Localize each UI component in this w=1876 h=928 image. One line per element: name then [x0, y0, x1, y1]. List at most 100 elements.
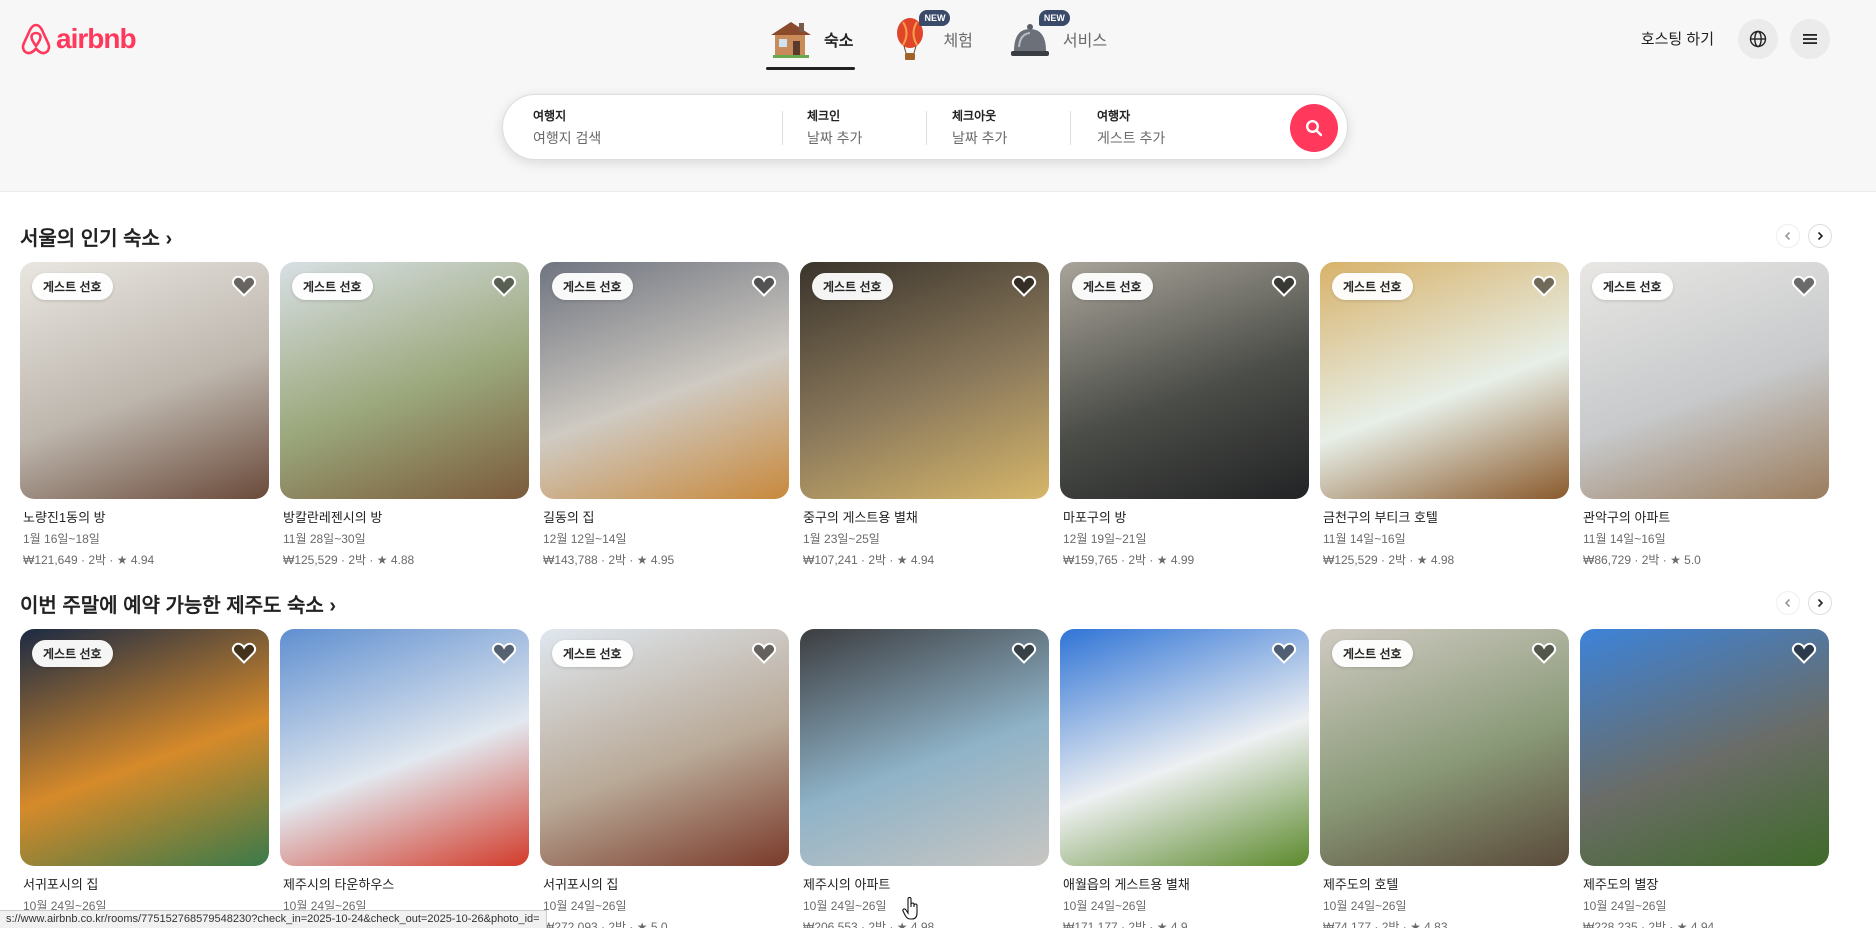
tab-label: 서비스	[1062, 33, 1108, 50]
heart-icon[interactable]	[751, 641, 777, 670]
listing-photo[interactable]: 게스트 선호	[1320, 629, 1569, 866]
heart-icon[interactable]	[1011, 641, 1037, 670]
menu-button[interactable]	[1790, 18, 1830, 59]
where-field[interactable]: 여행지 여행지 검색	[533, 107, 601, 148]
listing-card[interactable]: 게스트 선호 길동의 집 12월 12일~14일 ₩143,788 · 2박 · ★ …	[540, 262, 789, 568]
header: airbnb 숙소 NEW 체험 NEW 서비스 호스팅 하기 여행지 여행지 …	[0, 0, 1876, 192]
heart-icon[interactable]	[1791, 274, 1817, 303]
prev-button[interactable]	[1776, 224, 1800, 248]
tab-services[interactable]: NEW 서비스	[1005, 10, 1109, 68]
guest-favorite-badge: 게스트 선호	[1072, 273, 1153, 300]
listing-card[interactable]: 게스트 선호 노량진1동의 방 1월 16일~18일 ₩121,649 · 2박 · …	[20, 262, 269, 568]
listing-card[interactable]: 게스트 선호 방칼란레젠시의 방 11월 28일~30일 ₩125,529 · 2박 …	[280, 262, 529, 568]
listing-photo[interactable]: 게스트 선호	[800, 262, 1049, 499]
next-button[interactable]	[1808, 224, 1832, 248]
heart-icon[interactable]	[1271, 274, 1297, 303]
next-button[interactable]	[1808, 591, 1832, 615]
listing-title: 제주도의 별장	[1583, 877, 1659, 892]
listing-card[interactable]: 제주시의 아파트 10월 24일~26일 ₩206,553 · 2박 · ★ 4.9…	[800, 629, 1049, 928]
listing-price-rating: ₩125,529 · 2박 · ★ 4.88	[283, 553, 415, 567]
listing-price-rating: ₩86,729 · 2박 · ★ 5.0	[1583, 553, 1701, 567]
listing-price-rating: ₩272,093 · 2박 · ★ 5.0	[543, 920, 668, 928]
listing-photo[interactable]: 게스트 선호	[540, 629, 789, 866]
listing-photo[interactable]	[800, 629, 1049, 866]
airbnb-logo-icon	[21, 23, 51, 55]
become-host-link[interactable]: 호스팅 하기	[1629, 18, 1726, 59]
listing-card[interactable]: 제주도의 별장 10월 24일~26일 ₩228,235 · 2박 · ★ 4.94	[1580, 629, 1829, 928]
language-button[interactable]	[1738, 18, 1778, 59]
listing-card[interactable]: 게스트 선호서귀포시의 집10월 24일~26일₩104,312 · 2박 · …	[20, 629, 269, 928]
guests-placeholder: 게스트 추가	[1097, 130, 1166, 146]
heart-icon[interactable]	[1791, 641, 1817, 670]
listing-title: 제주시의 아파트	[803, 877, 891, 892]
heart-icon[interactable]	[1531, 274, 1557, 303]
where-placeholder: 여행지 검색	[533, 130, 602, 146]
listing-card[interactable]: 게스트 선호 관악구의 아파트 11월 14일~16일 ₩86,729 · 2박 · …	[1580, 262, 1829, 568]
guest-favorite-badge: 게스트 선호	[32, 273, 113, 300]
guest-favorite-badge: 게스트 선호	[1592, 273, 1673, 300]
heart-icon[interactable]	[231, 641, 257, 670]
listing-price-rating: ₩74,177 · 2박 · ★ 4.83	[1323, 920, 1448, 928]
category-nav: 숙소 NEW 체험 NEW 서비스	[766, 10, 1109, 70]
heart-icon[interactable]	[1271, 641, 1297, 670]
listing-photo[interactable]	[1580, 629, 1829, 866]
guest-favorite-badge: 게스트 선호	[552, 273, 633, 300]
listing-card[interactable]: 애월읍의 게스트용 별채 10월 24일~26일 ₩171,177 · 2박 · ★…	[1060, 629, 1309, 928]
listing-title: 길동의 집	[543, 510, 595, 525]
listing-card[interactable]: 게스트 선호 마포구의 방 12월 19일~21일 ₩159,765 · 2박 · ★…	[1060, 262, 1309, 568]
checkin-field[interactable]: 체크인 날짜 추가	[807, 107, 862, 148]
carousel-arrows	[1776, 224, 1832, 248]
listing-title: 금천구의 부티크 호텔	[1323, 510, 1438, 525]
heart-icon[interactable]	[1011, 274, 1037, 303]
where-label: 여행지	[533, 109, 567, 123]
section-title-seoul[interactable]: 서울의 인기 숙소 ›	[20, 222, 172, 251]
listing-dates: 1월 16일~18일	[23, 532, 100, 546]
section-title-jeju[interactable]: 이번 주말에 예약 가능한 제주도 숙소 ›	[20, 589, 336, 618]
listing-photo[interactable]: 게스트 선호	[540, 262, 789, 499]
guest-favorite-badge: 게스트 선호	[32, 640, 113, 667]
heart-icon[interactable]	[491, 641, 517, 670]
heart-icon[interactable]	[1531, 641, 1557, 670]
link-status-bar: s://www.airbnb.co.kr/rooms/7751527685795…	[0, 910, 547, 928]
listing-photo[interactable]: 게스트 선호	[1060, 262, 1309, 499]
guests-field[interactable]: 여행자 게스트 추가	[1097, 107, 1165, 148]
heart-icon[interactable]	[491, 274, 517, 303]
tab-experiences[interactable]: NEW 체험	[885, 10, 974, 68]
hamburger-icon	[1803, 33, 1817, 44]
listing-dates: 10월 24일~26일	[1323, 899, 1407, 913]
airbnb-logo[interactable]: airbnb	[20, 22, 137, 56]
new-badge: NEW	[1038, 10, 1070, 26]
listing-price-rating: ₩107,241 · 2박 · ★ 4.94	[803, 553, 935, 567]
search-button[interactable]	[1290, 104, 1338, 152]
listing-card[interactable]: 게스트 선호 제주도의 호텔 10월 24일~26일 ₩74,177 · 2박 · ★…	[1320, 629, 1569, 928]
listing-dates: 10월 24일~26일	[803, 899, 887, 913]
listing-photo[interactable]: 게스트 선호	[20, 629, 269, 866]
search-divider	[926, 111, 927, 145]
checkout-placeholder: 날짜 추가	[952, 130, 1008, 146]
listing-card[interactable]: 게스트 선호 서귀포시의 집 10월 24일~26일 ₩272,093 · 2박 · …	[540, 629, 789, 928]
listing-price-rating: ₩206,553 · 2박 · ★ 4.98	[803, 920, 935, 928]
listing-card[interactable]: 게스트 선호 금천구의 부티크 호텔 11월 14일~16일 ₩125,529 · 2…	[1320, 262, 1569, 568]
listing-photo[interactable]: 게스트 선호	[20, 262, 269, 499]
chevron-right-icon	[1817, 598, 1824, 608]
listing-photo[interactable]: 게스트 선호	[1320, 262, 1569, 499]
house-icon	[768, 16, 814, 62]
search-divider	[1070, 111, 1071, 145]
checkout-field[interactable]: 체크아웃 날짜 추가	[952, 107, 1007, 148]
listing-dates: 10월 24일~26일	[1583, 899, 1667, 913]
listing-photo[interactable]: 게스트 선호	[280, 262, 529, 499]
listing-photo[interactable]	[280, 629, 529, 866]
prev-button[interactable]	[1776, 591, 1800, 615]
heart-icon[interactable]	[231, 274, 257, 303]
listing-card[interactable]: 게스트 선호 중구의 게스트용 별채 1월 23일~25일 ₩107,241 · 2박…	[800, 262, 1049, 568]
listing-photo[interactable]	[1060, 629, 1309, 866]
guests-label: 여행자	[1097, 109, 1131, 123]
header-actions: 호스팅 하기	[1629, 18, 1830, 59]
heart-icon[interactable]	[751, 274, 777, 303]
carousel-arrows	[1776, 591, 1832, 615]
listing-dates: 11월 28일~30일	[283, 532, 366, 546]
tab-stays[interactable]: 숙소	[766, 10, 856, 70]
listing-photo[interactable]: 게스트 선호	[1580, 262, 1829, 499]
listing-price-rating: ₩143,788 · 2박 · ★ 4.95	[543, 553, 675, 567]
listing-card[interactable]: 제주시의 타운하우스10월 24일~26일₩113,037 · 2박 · ★ 4…	[280, 629, 529, 928]
